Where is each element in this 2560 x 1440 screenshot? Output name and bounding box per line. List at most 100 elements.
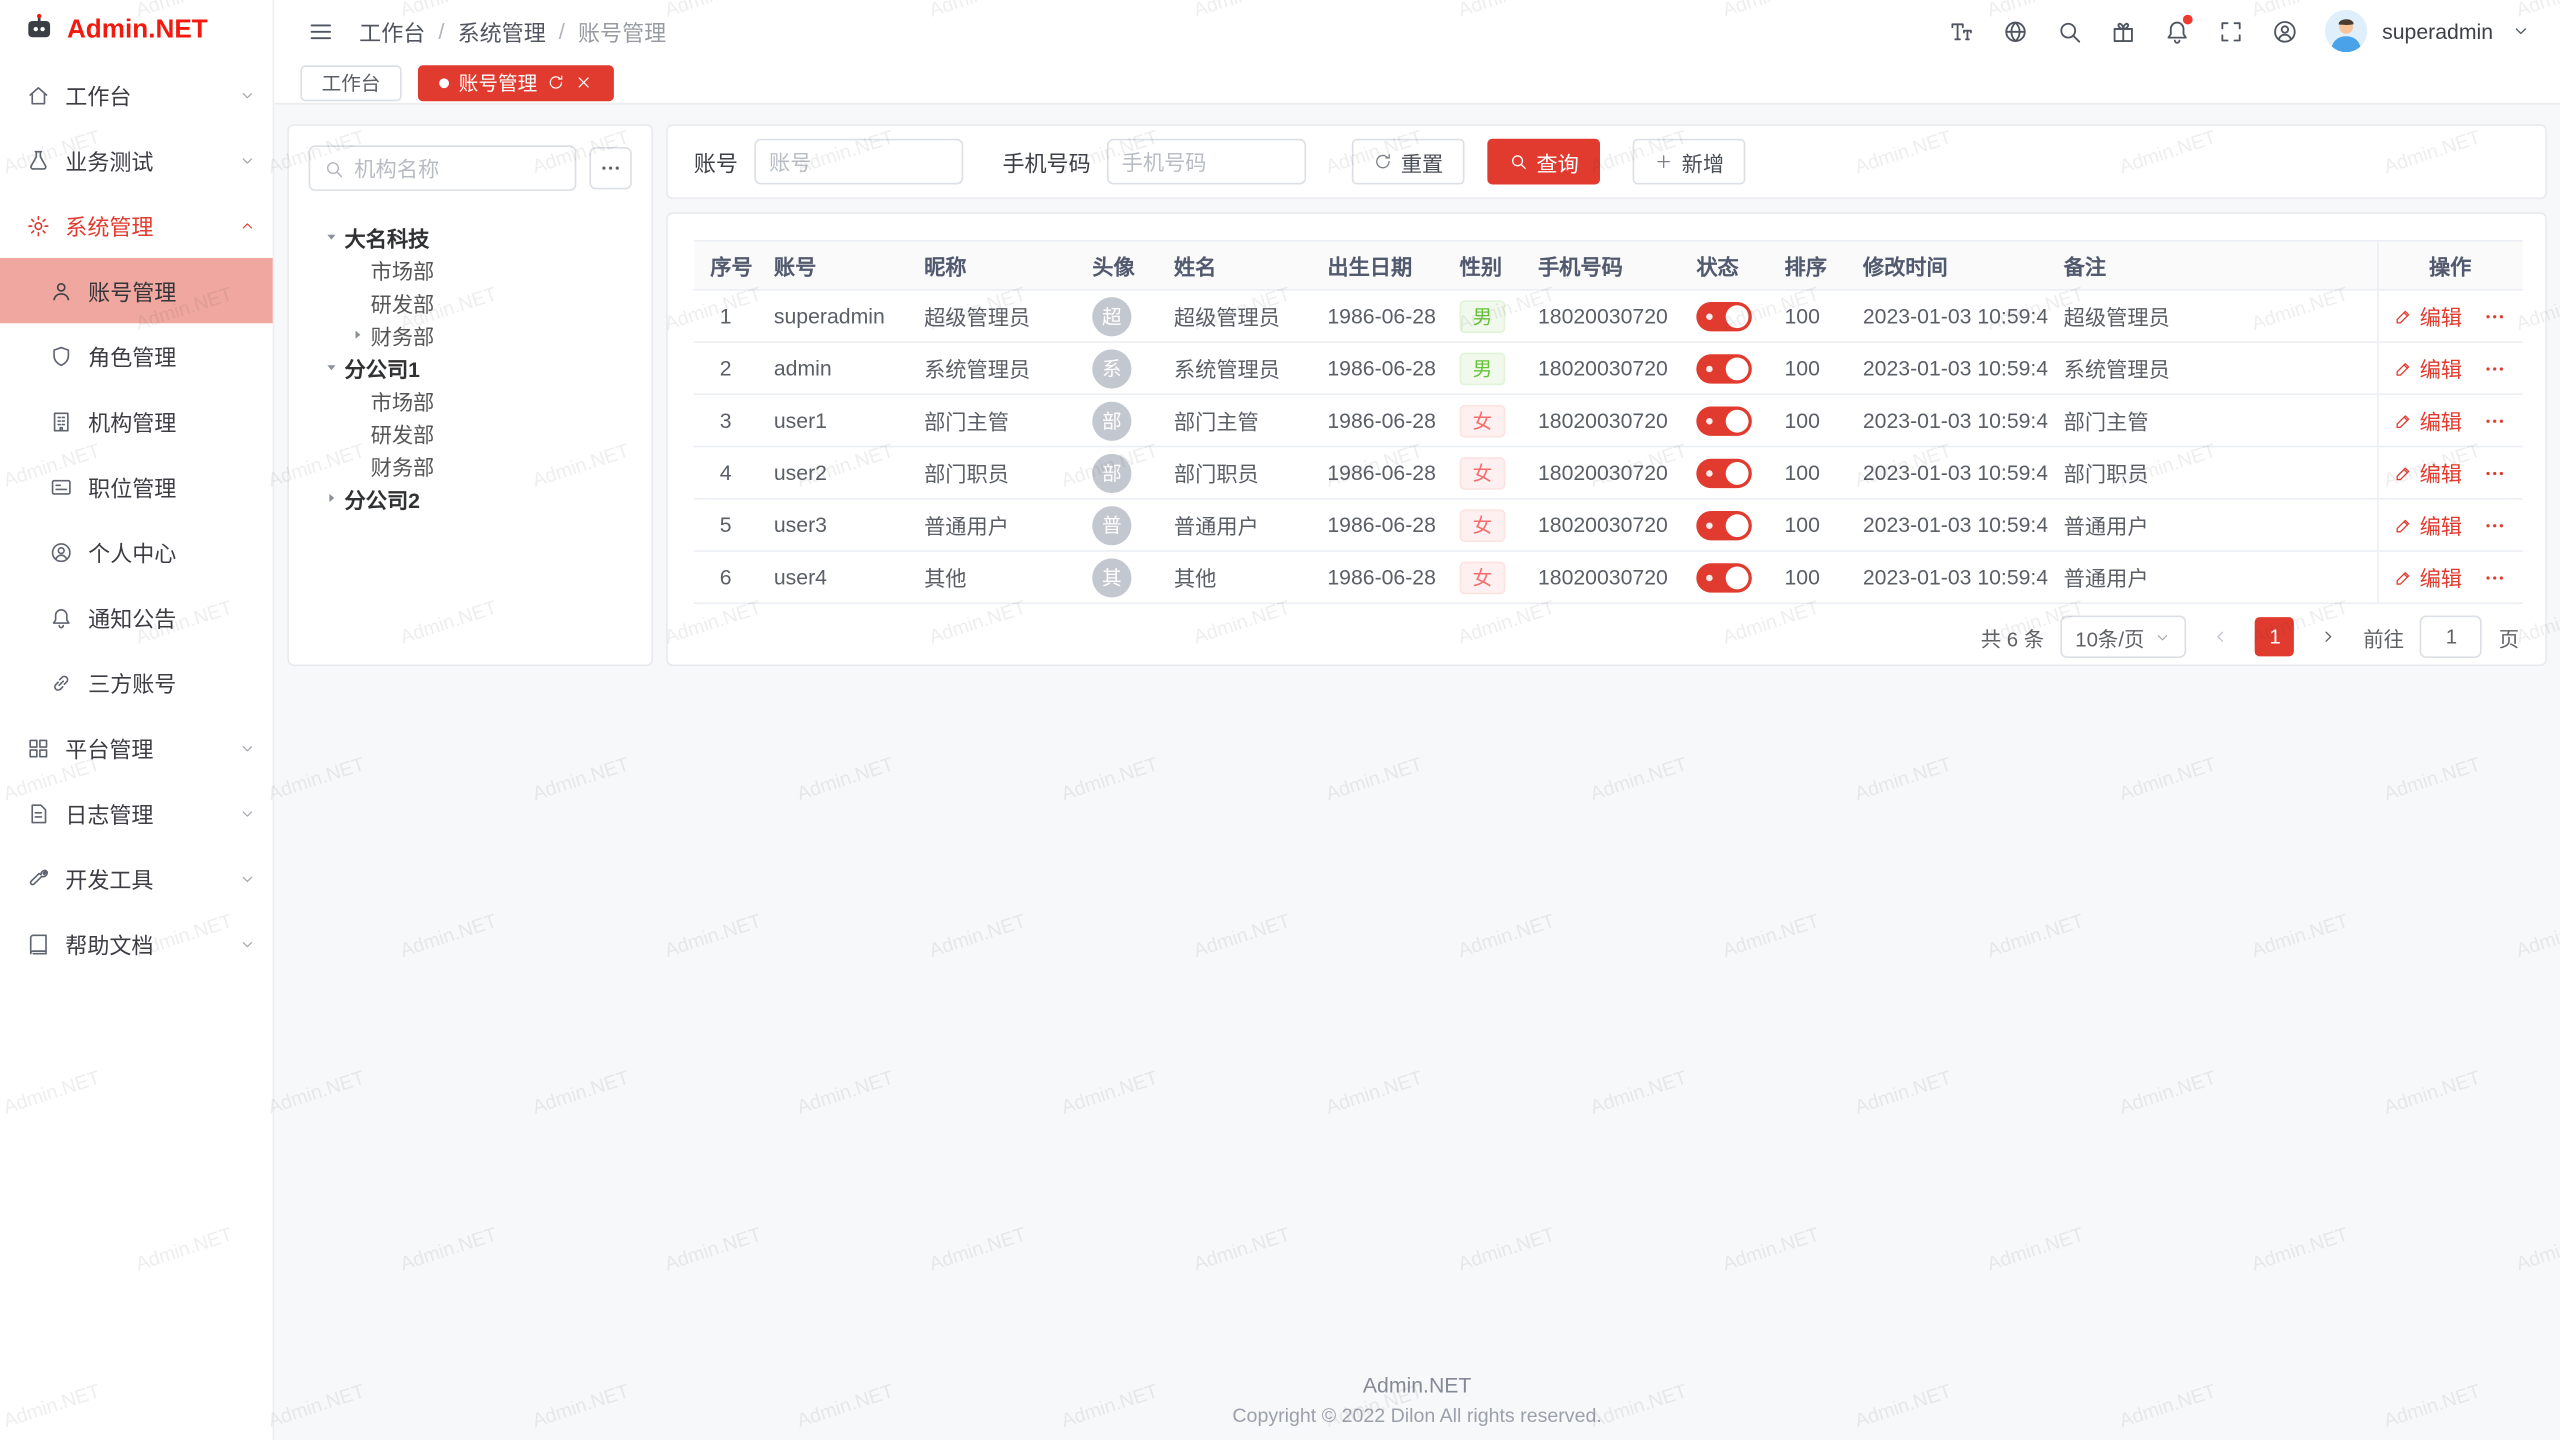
tab-account-manage[interactable]: 账号管理	[418, 64, 614, 100]
sidebar-item-personal-center[interactable]: 个人中心	[0, 519, 273, 584]
cell-index: 3	[694, 394, 758, 446]
font-size-icon[interactable]	[1941, 11, 1980, 50]
username[interactable]: superadmin	[2382, 19, 2493, 43]
search-icon[interactable]	[2049, 11, 2088, 50]
breadcrumb-item[interactable]: 系统管理	[458, 15, 546, 48]
phone-field	[1107, 139, 1306, 185]
status-toggle[interactable]	[1696, 353, 1752, 382]
add-button[interactable]: 新增	[1633, 139, 1746, 185]
breadcrumb-item[interactable]: 账号管理	[578, 15, 666, 48]
column-header-modified: 修改时间	[1847, 241, 2048, 290]
sidebar-item-role-manage[interactable]: 角色管理	[0, 323, 273, 388]
profile-icon[interactable]	[2265, 11, 2304, 50]
more-actions-icon[interactable]	[2483, 304, 2506, 327]
status-toggle[interactable]	[1696, 562, 1752, 591]
account-input[interactable]	[769, 149, 949, 173]
logo[interactable]: Admin.NET	[0, 0, 273, 62]
tree-node-branch2[interactable]: 分公司2	[309, 482, 632, 515]
sidebar-item-third-account[interactable]: 三方账号	[0, 650, 273, 715]
sidebar-item-post-manage[interactable]: 职位管理	[0, 454, 273, 519]
status-toggle[interactable]	[1696, 510, 1752, 539]
status-toggle[interactable]	[1696, 301, 1752, 330]
more-actions-icon[interactable]	[2483, 409, 2506, 432]
edit-button[interactable]: 编辑	[2393, 457, 2462, 488]
sidebar-item-workbench[interactable]: 工作台	[0, 62, 273, 127]
tree-node-label: 研发部	[371, 417, 435, 448]
edit-button[interactable]: 编辑	[2393, 562, 2462, 593]
test-icon	[26, 148, 50, 172]
edit-button[interactable]: 编辑	[2393, 300, 2462, 331]
edit-button[interactable]: 编辑	[2393, 405, 2462, 436]
sidebar-item-label: 个人中心	[88, 536, 256, 569]
tree-node-b1-finance[interactable]: 财务部	[309, 449, 632, 482]
breadcrumb-item[interactable]: 工作台	[359, 15, 425, 48]
next-page-button[interactable]	[2311, 619, 2347, 655]
org-search-input[interactable]	[354, 156, 561, 180]
page-number-1[interactable]: 1	[2255, 617, 2294, 656]
caret-down-icon[interactable]	[322, 227, 345, 247]
caret-down-icon[interactable]	[322, 358, 345, 378]
page-size-select[interactable]: 10条/页	[2061, 616, 2187, 658]
sidebar-item-help-docs[interactable]: 帮助文档	[0, 911, 273, 976]
edit-button[interactable]: 编辑	[2393, 509, 2462, 540]
gift-icon[interactable]	[2103, 11, 2142, 50]
more-actions-icon[interactable]	[2483, 357, 2506, 380]
edit-label: 编辑	[2420, 405, 2462, 436]
sidebar-item-platform-manage[interactable]: 平台管理	[0, 715, 273, 780]
cell-avatar: 系	[1076, 342, 1158, 394]
more-actions-icon[interactable]	[2483, 513, 2506, 536]
sidebar-item-system-manage[interactable]: 系统管理	[0, 193, 273, 258]
tree-node-b1-market[interactable]: 市场部	[309, 384, 632, 417]
more-actions-icon[interactable]	[2483, 461, 2506, 484]
tree-node-branch1[interactable]: 分公司1	[309, 351, 632, 384]
cell-birthdate: 1986-06-28	[1311, 290, 1443, 342]
fullscreen-icon[interactable]	[2211, 11, 2250, 50]
sidebar-item-label: 帮助文档	[65, 927, 223, 960]
gender-badge: 男	[1460, 300, 1506, 333]
breadcrumb: 工作台/系统管理/账号管理	[359, 15, 666, 48]
bell-icon[interactable]	[2157, 11, 2196, 50]
sidebar-item-business-test[interactable]: 业务测试	[0, 127, 273, 192]
tab-refresh-icon[interactable]	[547, 73, 565, 91]
sidebar-item-org-manage[interactable]: 机构管理	[0, 389, 273, 454]
cell-phone: 18020030720	[1522, 447, 1680, 499]
cell-account: admin	[758, 342, 908, 394]
reset-button[interactable]: 重置	[1352, 139, 1465, 185]
table-row: 3user1部门主管部部门主管1986-06-28女18020030720100…	[694, 394, 2523, 446]
query-button[interactable]: 查询	[1487, 139, 1600, 185]
tab-close-icon[interactable]	[575, 73, 593, 91]
prev-page-button[interactable]	[2203, 619, 2239, 655]
tree-node-hq-market[interactable]: 市场部	[309, 253, 632, 286]
caret-right-icon[interactable]	[348, 325, 371, 345]
cell-index: 5	[694, 499, 758, 551]
sidebar-item-dev-tools[interactable]: 开发工具	[0, 846, 273, 911]
more-actions-icon[interactable]	[2483, 566, 2506, 589]
cell-birthdate: 1986-06-28	[1311, 342, 1443, 394]
status-toggle[interactable]	[1696, 458, 1752, 487]
avatar[interactable]	[2325, 10, 2367, 52]
cell-birthdate: 1986-06-28	[1311, 447, 1443, 499]
collapse-menu-icon[interactable]	[300, 11, 339, 50]
cell-phone: 18020030720	[1522, 499, 1680, 551]
sidebar-item-notice[interactable]: 通知公告	[0, 584, 273, 649]
tree-node-hq-rd[interactable]: 研发部	[309, 286, 632, 319]
sidebar-item-label: 账号管理	[88, 274, 256, 307]
sidebar-item-log-manage[interactable]: 日志管理	[0, 780, 273, 845]
status-toggle[interactable]	[1696, 406, 1752, 435]
tree-node-b1-rd[interactable]: 研发部	[309, 416, 632, 449]
user-chevron-down-icon[interactable]	[2508, 11, 2534, 50]
phone-input[interactable]	[1122, 149, 1292, 173]
org-more-button[interactable]	[589, 147, 631, 189]
tree-node-hq-finance[interactable]: 财务部	[309, 318, 632, 351]
account-label: 账号	[694, 145, 738, 178]
filter-panel: 账号 手机号码 重置 查询 新增	[666, 124, 2547, 199]
goto-page-input[interactable]	[2420, 616, 2482, 658]
sidebar-item-account-manage[interactable]: 账号管理	[0, 258, 273, 323]
caret-right-icon[interactable]	[322, 488, 345, 508]
tab-workbench[interactable]: 工作台	[300, 64, 401, 100]
link-icon	[49, 670, 73, 694]
cell-modified: 2023-01-03 10:59:44	[1847, 499, 2048, 551]
tree-node-daming-tech[interactable]: 大名科技	[309, 220, 632, 253]
globe-icon[interactable]	[1995, 11, 2034, 50]
edit-button[interactable]: 编辑	[2393, 353, 2462, 384]
